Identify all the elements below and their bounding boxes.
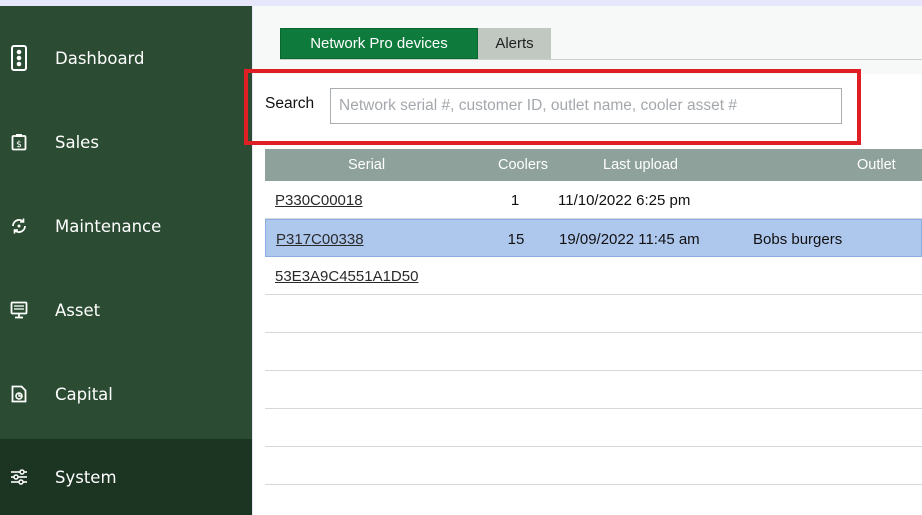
- tab-bar: Network Pro devices Alerts: [253, 6, 922, 74]
- table-row-empty: [265, 409, 922, 447]
- sidebar-item-sales[interactable]: $ Sales: [0, 100, 252, 184]
- column-header-serial[interactable]: Serial: [348, 157, 385, 173]
- price-tag-icon: $: [10, 133, 28, 151]
- sidebar-item-asset[interactable]: Asset: [0, 268, 252, 352]
- table-row[interactable]: P330C00018 1 11/10/2022 6:25 pm: [265, 181, 922, 219]
- sidebar-item-capital[interactable]: Capital: [0, 352, 252, 436]
- column-header-coolers[interactable]: Coolers: [498, 157, 548, 173]
- tab-alerts[interactable]: Alerts: [478, 28, 551, 59]
- sidebar: Dashboard $ Sales Maintenance Asset Capi…: [0, 6, 252, 515]
- sidebar-item-label: Maintenance: [55, 216, 162, 236]
- sidebar-item-label: Dashboard: [55, 48, 145, 68]
- search-input[interactable]: [330, 88, 842, 124]
- coolers-count: 15: [507, 231, 525, 248]
- last-upload: 11/10/2022 6:25 pm: [558, 192, 691, 209]
- traffic-light-icon: [10, 45, 28, 71]
- table-header: Serial Coolers Last upload Outlet: [265, 149, 922, 181]
- sidebar-item-system[interactable]: System: [0, 439, 252, 515]
- svg-text:$: $: [16, 140, 22, 150]
- coolers-count: 1: [510, 192, 520, 209]
- serial-link[interactable]: P330C00018: [275, 192, 363, 209]
- cooler-asset-icon: [10, 301, 28, 319]
- table-row[interactable]: P317C00338 15 19/09/2022 11:45 am Bobs b…: [265, 219, 922, 257]
- app-frame: Dashboard $ Sales Maintenance Asset Capi…: [0, 6, 922, 515]
- search-label: Search: [265, 95, 315, 112]
- outlet-name: Bobs burgers: [753, 231, 843, 248]
- sidebar-item-label: Sales: [55, 132, 99, 152]
- maintenance-cycle-icon: [10, 217, 28, 235]
- sidebar-item-label: Asset: [55, 300, 101, 320]
- main-content: Network Pro devices Alerts Search Serial…: [244, 6, 922, 515]
- table-row[interactable]: 53E3A9C4551A1D50: [265, 257, 922, 295]
- tab-divider: [280, 59, 922, 60]
- table-row-empty: [265, 447, 922, 485]
- sliders-icon: [10, 468, 28, 486]
- sidebar-item-label: System: [55, 467, 117, 487]
- column-header-last-upload[interactable]: Last upload: [603, 157, 678, 173]
- serial-link[interactable]: 53E3A9C4551A1D50: [275, 268, 418, 285]
- last-upload: 19/09/2022 11:45 am: [559, 231, 700, 248]
- serial-link[interactable]: P317C00338: [276, 231, 364, 248]
- table-row-empty: [265, 295, 922, 333]
- tab-network-pro-devices[interactable]: Network Pro devices: [280, 28, 478, 59]
- document-capital-icon: [10, 385, 28, 403]
- sidebar-item-label: Capital: [55, 384, 113, 404]
- sidebar-item-maintenance[interactable]: Maintenance: [0, 184, 252, 268]
- table-row-empty: [265, 333, 922, 371]
- sidebar-item-dashboard[interactable]: Dashboard: [0, 16, 252, 100]
- table-row-empty: [265, 371, 922, 409]
- column-header-outlet[interactable]: Outlet: [857, 157, 896, 173]
